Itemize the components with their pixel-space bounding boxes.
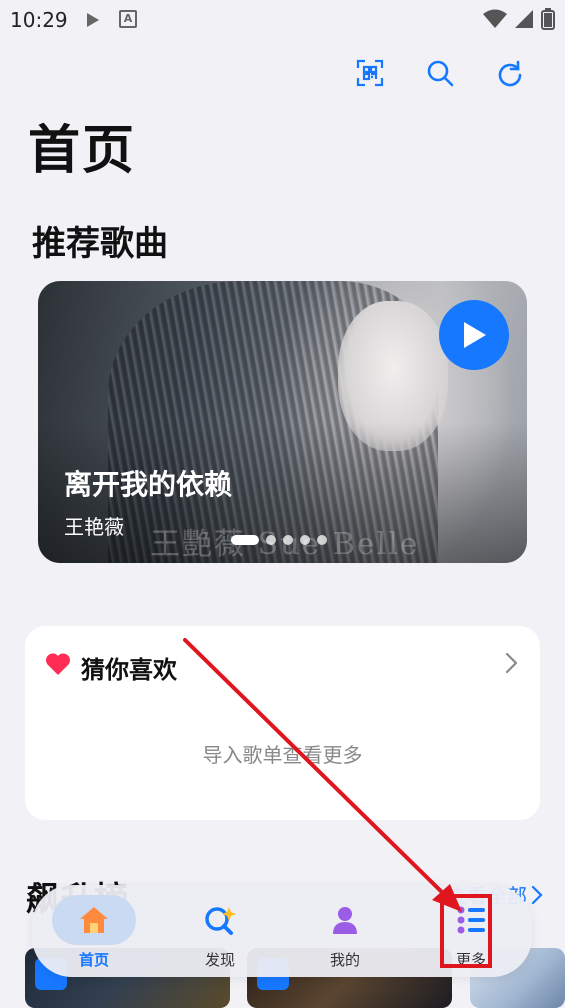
carousel-dot[interactable] — [300, 535, 310, 545]
top-actions — [353, 56, 527, 90]
signal-icon — [515, 10, 533, 28]
chevron-right-icon[interactable] — [504, 652, 518, 674]
nav-label-discover: 发现 — [204, 951, 235, 969]
status-bar: 10:29 A — [0, 0, 565, 38]
home-icon — [80, 907, 108, 933]
nav-label-home: 首页 — [78, 951, 109, 969]
play-icon — [464, 322, 486, 348]
scan-button[interactable] — [353, 56, 387, 90]
nav-item-mine[interactable]: 我的 — [295, 885, 395, 977]
annotation-highlight-box — [440, 894, 492, 968]
notification-a-icon: A — [119, 10, 137, 28]
guess-title: 猜你喜欢 — [81, 656, 177, 684]
song-artist: 王艳薇 — [64, 515, 124, 539]
play-button[interactable] — [439, 300, 509, 370]
status-time: 10:29 — [10, 8, 68, 32]
refresh-button[interactable] — [493, 56, 527, 90]
scan-qr-icon — [356, 59, 384, 87]
guess-empty-text: 导入歌单查看更多 — [202, 743, 363, 767]
battery-icon — [541, 8, 555, 30]
carousel-dot[interactable] — [283, 535, 293, 545]
guess-you-like-card[interactable]: 猜你喜欢 导入歌单查看更多 — [25, 626, 540, 820]
nav-item-discover[interactable]: 发现 — [170, 885, 270, 977]
nav-icon-container — [178, 895, 262, 945]
search-button[interactable] — [423, 56, 457, 90]
page-title: 首页 — [28, 121, 137, 181]
search-icon — [427, 60, 454, 87]
nav-item-home[interactable]: 首页 — [44, 885, 144, 977]
recommend-section-title: 推荐歌曲 — [32, 224, 168, 264]
carousel-dot[interactable] — [231, 535, 259, 545]
discover-icon — [205, 907, 236, 935]
nav-label-mine: 我的 — [329, 951, 360, 969]
refresh-icon — [498, 60, 522, 87]
nav-icon-container — [52, 895, 136, 945]
song-title: 离开我的依赖 — [64, 468, 233, 501]
profile-icon — [333, 907, 357, 934]
wifi-icon — [483, 9, 507, 28]
heart-icon — [45, 653, 71, 675]
recommend-banner[interactable]: 王艷薇 Sue Belle 离开我的依赖 王艳薇 — [38, 281, 527, 563]
media-play-status-icon — [87, 13, 99, 27]
carousel-dot[interactable] — [317, 535, 327, 545]
carousel-dot[interactable] — [266, 535, 276, 545]
chevron-right-icon — [531, 885, 543, 904]
carousel-indicator — [231, 535, 327, 545]
nav-icon-container — [303, 895, 387, 945]
status-indicators — [483, 8, 555, 30]
